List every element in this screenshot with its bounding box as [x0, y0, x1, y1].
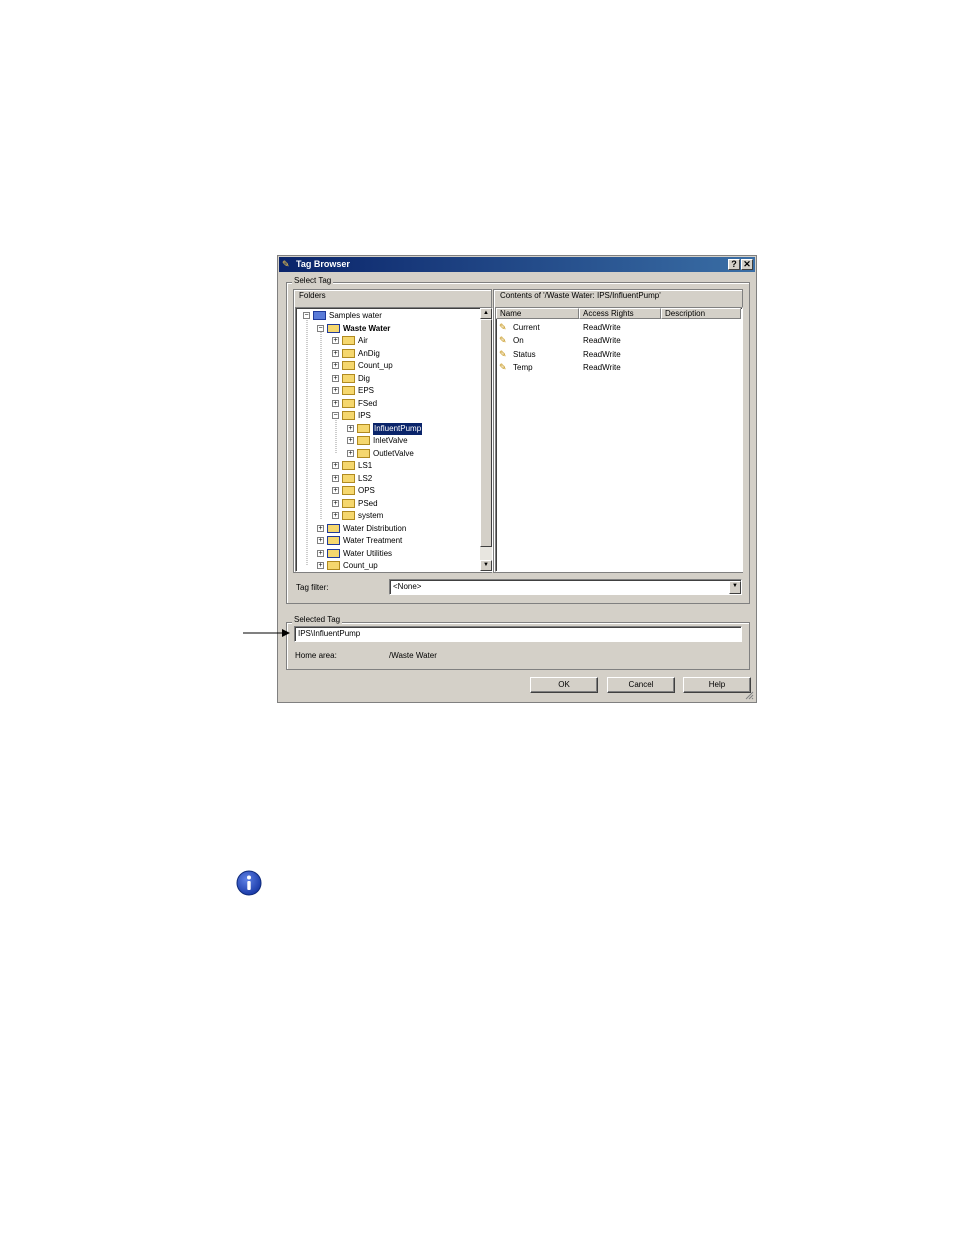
- column-header-access-rights[interactable]: Access Rights: [579, 308, 661, 319]
- chevron-down-icon[interactable]: ▼: [729, 581, 741, 594]
- scroll-thumb[interactable]: [480, 319, 492, 547]
- tag-filter-label: Tag filter:: [296, 583, 329, 592]
- select-tag-legend: Select Tag: [292, 276, 334, 285]
- list-item[interactable]: ✎ Temp ReadWrite: [498, 361, 738, 374]
- tag-icon: ✎: [499, 335, 507, 346]
- tag-name: On: [513, 336, 524, 346]
- column-header-description[interactable]: Description: [661, 308, 741, 319]
- tag-filter-value: <None>: [393, 582, 422, 591]
- scroll-down-button[interactable]: ▼: [480, 560, 492, 571]
- help-button[interactable]: Help: [683, 677, 751, 693]
- selected-tag-value: IPS\InfluentPump: [298, 629, 361, 638]
- tag-name: Current: [513, 323, 540, 332]
- folder-tree[interactable]: − Samples water − Waste Water + Air + AnDig + Cou…: [295, 307, 493, 572]
- tag-name: Status: [513, 349, 536, 359]
- tag-name: Temp: [513, 362, 533, 372]
- tag-icon: ✎: [499, 361, 507, 372]
- tag-filter-select[interactable]: <None> ▼: [389, 579, 742, 595]
- scroll-up-button[interactable]: ▲: [480, 308, 492, 319]
- cancel-button[interactable]: Cancel: [607, 677, 675, 693]
- home-area-label: Home area:: [295, 651, 337, 660]
- tag-access-rights: ReadWrite: [583, 323, 621, 332]
- home-area-value: /Waste Water: [389, 651, 437, 660]
- folders-label: Folders: [297, 291, 328, 300]
- tree-scrollbar[interactable]: ▲ ▼: [480, 308, 492, 571]
- title-bar[interactable]: ✎ Tag Browser ? ✕: [279, 257, 755, 272]
- close-button[interactable]: ✕: [741, 259, 753, 270]
- resize-grip-icon[interactable]: [744, 690, 754, 700]
- tag-access-rights: ReadWrite: [583, 362, 621, 372]
- contents-label: Contents of '/Waste Water: IPS/InfluentP…: [498, 291, 663, 300]
- list-item[interactable]: ✎ Current ReadWrite: [498, 321, 738, 334]
- tag-icon: ✎: [499, 348, 507, 359]
- tree-lines: [306, 320, 337, 566]
- list-item[interactable]: ✎ On ReadWrite: [498, 334, 738, 347]
- arrow-icon: [243, 629, 290, 637]
- selected-tag-field[interactable]: IPS\InfluentPump: [294, 626, 742, 642]
- dialog-title: Tag Browser: [296, 259, 350, 269]
- ok-button[interactable]: OK: [530, 677, 598, 693]
- tag-access-rights: ReadWrite: [583, 349, 621, 359]
- selected-tag-legend: Selected Tag: [292, 615, 343, 624]
- tag-icon: ✎: [282, 259, 290, 269]
- help-title-button[interactable]: ?: [728, 259, 740, 270]
- tag-browser-dialog: ✎ Tag Browser ? ✕ Select Tag Folders − Sa…: [277, 255, 757, 703]
- list-item[interactable]: ✎ Status ReadWrite: [498, 348, 738, 361]
- contents-list[interactable]: Name Access Rights Description ✎ Current R…: [495, 307, 743, 572]
- info-icon: [236, 870, 262, 896]
- tag-access-rights: ReadWrite: [583, 336, 621, 346]
- column-header-name[interactable]: Name: [496, 308, 579, 319]
- tag-icon: ✎: [499, 322, 507, 332]
